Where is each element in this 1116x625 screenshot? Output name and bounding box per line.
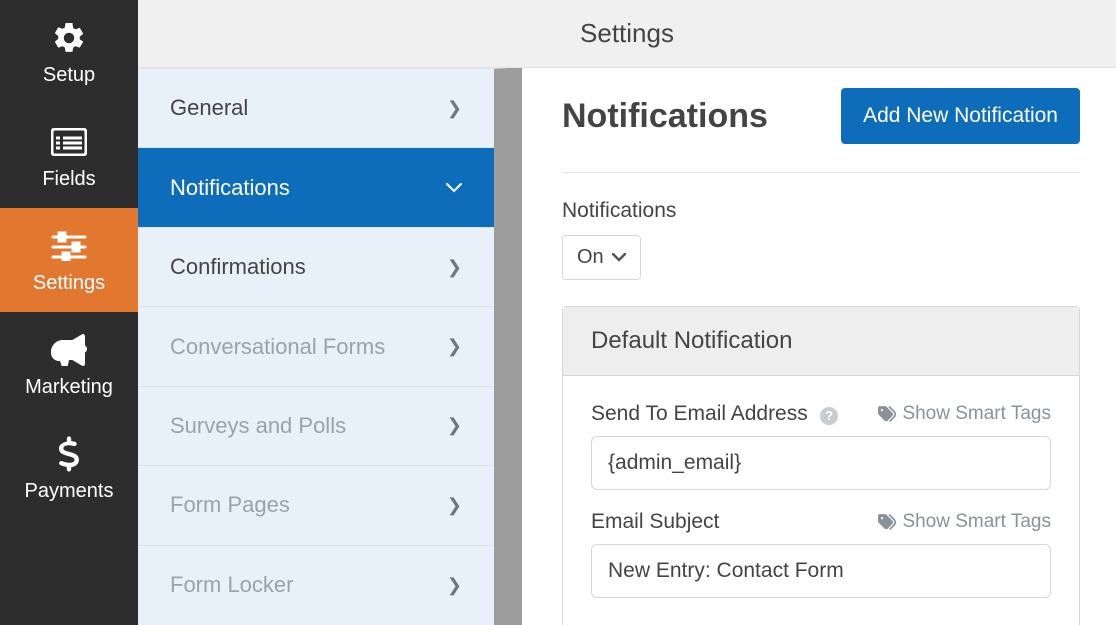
subject-row: Email Subject Show Smart Tags bbox=[591, 510, 1051, 598]
submenu-label: Confirmations bbox=[170, 254, 306, 280]
vnav-item-payments[interactable]: Payments bbox=[0, 416, 138, 520]
chevron-right-icon: ❯ bbox=[447, 257, 462, 278]
chevron-right-icon: ❯ bbox=[447, 336, 462, 357]
settings-submenu: General ❯ Notifications Confirmations ❯ … bbox=[138, 68, 508, 625]
send-to-label-wrap: Send To Email Address ? bbox=[591, 402, 838, 426]
notification-panel: Default Notification Send To Email Addre… bbox=[562, 306, 1080, 625]
submenu-item-general[interactable]: General ❯ bbox=[138, 69, 494, 148]
list-icon bbox=[49, 122, 89, 162]
submenu-item-form-pages[interactable]: Form Pages ❯ bbox=[138, 466, 494, 545]
content: Notifications Add New Notification Notif… bbox=[522, 68, 1116, 625]
chevron-down-icon bbox=[612, 253, 626, 262]
vnav-item-fields[interactable]: Fields bbox=[0, 104, 138, 208]
chevron-right-icon: ❯ bbox=[447, 495, 462, 516]
dollar-icon bbox=[49, 434, 89, 474]
row-top: Send To Email Address ? Show Smart Tags bbox=[591, 402, 1051, 426]
send-to-row: Send To Email Address ? Show Smart Tags bbox=[591, 402, 1051, 490]
vnav-item-setup[interactable]: Setup bbox=[0, 0, 138, 104]
tag-icon bbox=[878, 513, 896, 531]
submenu-label: Form Locker bbox=[170, 572, 293, 598]
tag-icon bbox=[878, 405, 896, 423]
right-column: Settings General ❯ Notifications Confirm… bbox=[138, 0, 1116, 625]
send-to-label: Send To Email Address bbox=[591, 402, 808, 425]
submenu-label: Surveys and Polls bbox=[170, 413, 346, 439]
show-smart-tags-link[interactable]: Show Smart Tags bbox=[878, 403, 1051, 425]
submenu-label: General bbox=[170, 95, 248, 121]
vnav-label: Marketing bbox=[25, 376, 113, 399]
page-title: Notifications bbox=[562, 97, 768, 136]
content-wrap: Notifications Add New Notification Notif… bbox=[508, 68, 1116, 625]
app-root: Setup Fields Settings Marketing Payments bbox=[0, 0, 1116, 625]
vnav-item-settings[interactable]: Settings bbox=[0, 208, 138, 312]
submenu-item-form-locker[interactable]: Form Locker ❯ bbox=[138, 546, 494, 625]
submenu-item-notifications[interactable]: Notifications bbox=[138, 148, 494, 227]
add-new-notification-button[interactable]: Add New Notification bbox=[841, 88, 1080, 144]
submenu-item-surveys-polls[interactable]: Surveys and Polls ❯ bbox=[138, 387, 494, 466]
help-icon[interactable]: ? bbox=[820, 407, 838, 425]
send-to-input[interactable] bbox=[591, 436, 1051, 490]
body: General ❯ Notifications Confirmations ❯ … bbox=[138, 68, 1116, 625]
vnav-label: Fields bbox=[42, 168, 95, 191]
panel-header: Default Notification bbox=[563, 307, 1079, 376]
topbar-title: Settings bbox=[580, 18, 674, 49]
notifications-toggle-select[interactable]: On bbox=[562, 235, 641, 280]
submenu-item-conversational-forms[interactable]: Conversational Forms ❯ bbox=[138, 307, 494, 386]
subject-input[interactable] bbox=[591, 544, 1051, 598]
submenu-label: Form Pages bbox=[170, 492, 290, 518]
panel-body: Send To Email Address ? Show Smart Tags bbox=[563, 376, 1079, 625]
vertical-nav: Setup Fields Settings Marketing Payments bbox=[0, 0, 138, 625]
bullhorn-icon bbox=[49, 330, 89, 370]
submenu-label: Conversational Forms bbox=[170, 334, 385, 360]
vnav-item-marketing[interactable]: Marketing bbox=[0, 312, 138, 416]
topbar: Settings bbox=[138, 0, 1116, 68]
vnav-label: Settings bbox=[33, 272, 105, 295]
vnav-label: Payments bbox=[25, 480, 114, 503]
row-top: Email Subject Show Smart Tags bbox=[591, 510, 1051, 534]
smart-tags-label: Show Smart Tags bbox=[902, 511, 1051, 533]
subject-label: Email Subject bbox=[591, 510, 719, 534]
show-smart-tags-link[interactable]: Show Smart Tags bbox=[878, 511, 1051, 533]
notifications-toggle-label: Notifications bbox=[562, 199, 1080, 223]
select-value: On bbox=[577, 246, 604, 269]
gear-icon bbox=[49, 18, 89, 58]
vnav-label: Setup bbox=[43, 64, 95, 87]
submenu-item-confirmations[interactable]: Confirmations ❯ bbox=[138, 228, 494, 307]
smart-tags-label: Show Smart Tags bbox=[902, 403, 1051, 425]
chevron-right-icon: ❯ bbox=[447, 575, 462, 596]
chevron-right-icon: ❯ bbox=[447, 98, 462, 119]
sliders-icon bbox=[49, 226, 89, 266]
content-header: Notifications Add New Notification bbox=[562, 88, 1080, 173]
chevron-right-icon: ❯ bbox=[447, 415, 462, 436]
submenu-label: Notifications bbox=[170, 175, 290, 201]
chevron-down-icon bbox=[446, 183, 462, 193]
